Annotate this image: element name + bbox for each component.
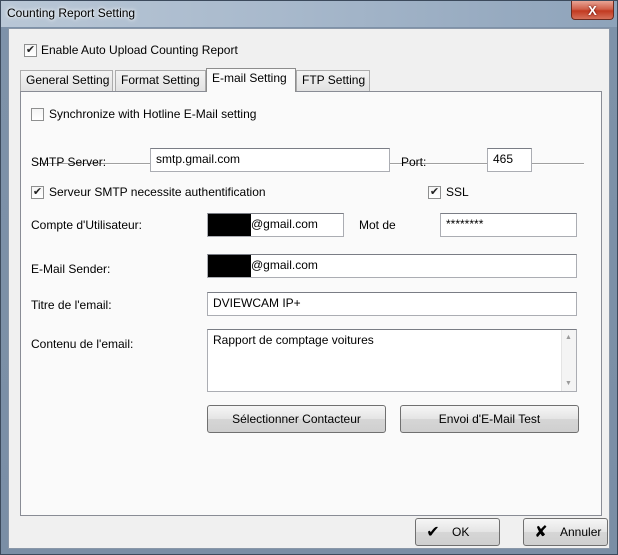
auth-required-checkbox[interactable]: ✔ xyxy=(31,186,44,199)
subject-label: Titre de l'email: xyxy=(31,298,112,312)
user-account-input[interactable]: @gmail.com xyxy=(207,213,344,237)
sender-label: E-Mail Sender: xyxy=(31,262,111,276)
ok-button[interactable]: ✔ OK xyxy=(415,518,500,546)
scroll-down-icon[interactable]: ▼ xyxy=(565,380,572,387)
sync-hotline-checkbox[interactable] xyxy=(31,108,44,121)
password-input[interactable]: ******** xyxy=(440,213,577,237)
cancel-button[interactable]: ✘ Annuler xyxy=(523,518,608,546)
sender-value: @gmail.com xyxy=(251,258,318,272)
ssl-checkbox[interactable]: ✔ xyxy=(428,186,441,199)
body-label: Contenu de l'email: xyxy=(31,337,134,351)
ok-label: OK xyxy=(452,525,470,539)
password-label: Mot de xyxy=(359,218,396,232)
auth-required-label: Serveur SMTP necessite authentification xyxy=(49,185,266,199)
dialog-client-area: ✔ Enable Auto Upload Counting Report Gen… xyxy=(8,28,610,549)
port-label: Port: xyxy=(401,155,427,169)
select-contact-button[interactable]: Sélectionner Contacteur xyxy=(207,405,386,433)
port-input[interactable]: 465 xyxy=(487,148,532,172)
tab-general-setting[interactable]: General Setting xyxy=(20,70,113,91)
ssl-label: SSL xyxy=(446,185,469,199)
body-scrollbar[interactable]: ▲ ▼ xyxy=(561,330,576,391)
smtp-server-label: SMTP Server: xyxy=(31,155,107,169)
cancel-label: Annuler xyxy=(560,525,602,539)
tab-ftp-setting[interactable]: FTP Setting xyxy=(296,70,370,91)
redaction-block xyxy=(208,255,251,277)
redaction-block xyxy=(208,214,251,236)
enable-auto-upload-checkbox[interactable]: ✔ xyxy=(24,44,37,57)
tab-format-setting[interactable]: Format Setting xyxy=(115,70,206,91)
checkmark-icon: ✔ xyxy=(426,524,440,541)
user-account-value: @gmail.com xyxy=(251,217,318,231)
body-text: Rapport de comptage voitures xyxy=(213,333,374,347)
scroll-up-icon[interactable]: ▲ xyxy=(565,334,572,341)
body-textarea[interactable]: Rapport de comptage voitures ▲ ▼ xyxy=(207,329,577,392)
dialog-window: Counting Report Setting X ✔ Enable Auto … xyxy=(0,0,618,555)
enable-auto-upload-label: Enable Auto Upload Counting Report xyxy=(41,43,238,57)
tab-email-setting[interactable]: E-mail Setting xyxy=(206,68,296,92)
user-account-label: Compte d'Utilisateur: xyxy=(31,218,142,232)
subject-input[interactable]: DVIEWCAM IP+ xyxy=(207,292,577,316)
send-test-email-button[interactable]: Envoi d'E-Mail Test xyxy=(400,405,579,433)
email-setting-panel: Synchronize with Hotline E-Mail setting … xyxy=(20,91,602,516)
sender-input[interactable]: @gmail.com xyxy=(207,254,577,278)
window-title: Counting Report Setting xyxy=(7,6,136,20)
title-bar[interactable]: Counting Report Setting X xyxy=(1,1,617,27)
smtp-server-input[interactable]: smtp.gmail.com xyxy=(150,148,390,172)
x-icon: ✘ xyxy=(534,524,548,541)
close-button[interactable]: X xyxy=(571,1,614,20)
sync-hotline-label: Synchronize with Hotline E-Mail setting xyxy=(49,107,257,121)
